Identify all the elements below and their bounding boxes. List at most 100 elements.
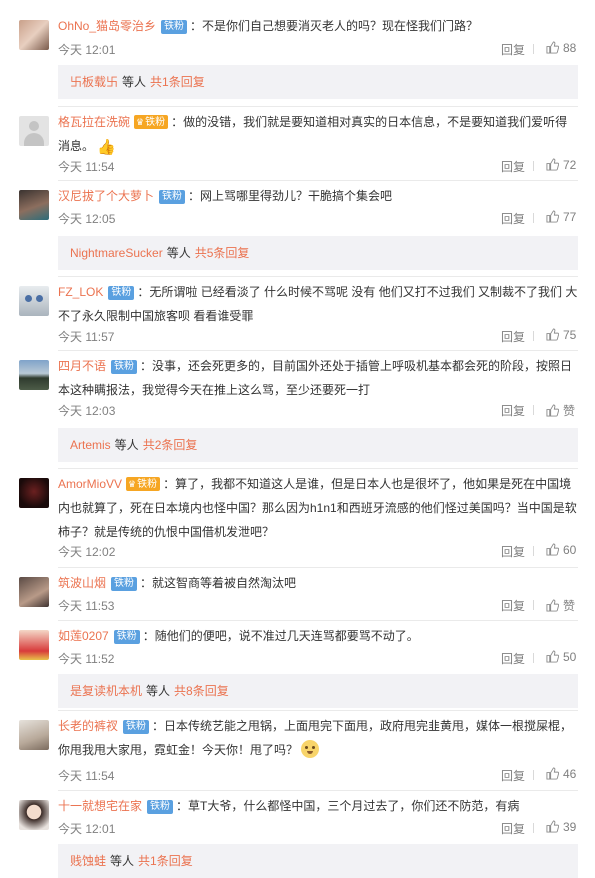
like-button[interactable]: 77 [546, 210, 576, 224]
like-button[interactable]: 60 [546, 543, 576, 557]
username[interactable]: 十一就想宅在家 [58, 799, 142, 813]
subreply-username[interactable]: 卐板载卐 [70, 75, 118, 89]
avatar[interactable] [19, 286, 49, 316]
like-count: 赞 [563, 404, 576, 418]
fan-badge[interactable]: 铁粉 [111, 360, 138, 374]
thumbs-up-icon [546, 158, 560, 171]
fan-badge[interactable]: 铁粉 [147, 800, 174, 814]
fan-badge[interactable]: ♛铁粉 [126, 477, 161, 491]
reply-button[interactable]: 回复 [501, 328, 525, 345]
fan-badge[interactable]: 铁粉 [113, 630, 140, 644]
like-button[interactable]: 50 [546, 650, 576, 664]
comment-text: ：网上骂哪里得劲儿？干脆搞个集会吧 [188, 189, 393, 203]
timestamp: 今天 12:01 [58, 43, 116, 57]
divider [58, 620, 578, 621]
reply-button[interactable]: 回复 [501, 650, 525, 667]
like-button[interactable]: 赞 [546, 597, 575, 614]
username[interactable]: 四月不语 [58, 359, 106, 373]
like-count: 75 [563, 328, 577, 342]
subreply-username[interactable]: Artemis [70, 438, 111, 452]
subreply-etc: 等人 [122, 75, 147, 89]
like-count: 88 [563, 41, 577, 55]
fan-badge[interactable]: 铁粉 [123, 720, 150, 734]
subreply-username[interactable]: 是复读机本机 [70, 684, 142, 698]
avatar[interactable] [19, 116, 49, 146]
avatar[interactable] [19, 20, 49, 50]
avatar[interactable] [19, 800, 49, 830]
like-button[interactable]: 75 [546, 328, 576, 342]
reply-button[interactable]: 回复 [501, 767, 525, 784]
timestamp: 今天 11:53 [58, 599, 115, 613]
thumbs-up-icon [546, 328, 560, 341]
username[interactable]: 格瓦拉在洗碗 [58, 115, 130, 129]
subreply-total[interactable]: 共2条回复 [143, 438, 198, 452]
subreply-total[interactable]: 共8条回复 [174, 684, 229, 698]
divider [58, 180, 578, 181]
subreply-username[interactable]: 贱蚀蛙 [70, 854, 106, 868]
fan-badge[interactable]: 铁粉 [111, 577, 138, 591]
divider [533, 331, 534, 341]
divider [58, 468, 578, 469]
subreply-etc: 等人 [166, 246, 191, 260]
like-button[interactable]: 88 [546, 41, 576, 55]
username[interactable]: 如莲0207 [58, 629, 109, 643]
reply-button[interactable]: 回复 [501, 158, 525, 175]
fan-badge[interactable]: ♛铁粉 [134, 115, 169, 129]
subreply-total[interactable]: 共5条回复 [195, 246, 250, 260]
username[interactable]: 长老的裤衩 [58, 719, 118, 733]
subreply-total[interactable]: 共1条回复 [138, 854, 193, 868]
like-button[interactable]: 46 [546, 767, 576, 781]
like-count: 赞 [563, 599, 576, 613]
reply-button[interactable]: 回复 [501, 543, 525, 560]
divider [58, 276, 578, 277]
thumbs-up-icon [546, 767, 560, 780]
divider [58, 710, 578, 711]
avatar[interactable] [19, 577, 49, 607]
thumbs-up-icon [546, 210, 560, 223]
avatar[interactable] [19, 630, 49, 660]
subreply-bar[interactable]: 贱蚀蛙 等人 共1条回复 [58, 844, 578, 878]
subreply-bar[interactable]: 卐板载卐 等人 共1条回复 [58, 65, 578, 99]
subreply-total[interactable]: 共1条回复 [150, 75, 205, 89]
subreply-bar[interactable]: 是复读机本机 等人 共8条回复 [58, 674, 578, 708]
thumbs-up-icon [546, 543, 560, 556]
timestamp: 今天 11:54 [58, 160, 115, 174]
fan-badge[interactable]: 铁粉 [159, 190, 186, 204]
subreply-bar[interactable]: Artemis 等人 共2条回复 [58, 428, 578, 462]
timestamp: 今天 11:52 [58, 652, 115, 666]
like-button[interactable]: 72 [546, 158, 576, 172]
divider [533, 600, 534, 610]
thumbs-up-icon [546, 41, 560, 54]
like-button[interactable]: 39 [546, 820, 576, 834]
reply-button[interactable]: 回复 [501, 210, 525, 227]
comment-text: ：不是你们自己想要消灭老人的吗？现在怪我们门路？ [190, 19, 479, 33]
subreply-etc: 等人 [114, 438, 139, 452]
reply-button[interactable]: 回复 [501, 402, 525, 419]
avatar[interactable] [19, 478, 49, 508]
fan-badge[interactable]: 铁粉 [161, 20, 188, 34]
avatar[interactable] [19, 190, 49, 220]
fan-badge[interactable]: 铁粉 [108, 286, 135, 300]
divider [58, 790, 578, 791]
thumbs-up-icon [546, 599, 560, 612]
timestamp: 今天 12:05 [58, 212, 116, 226]
thumbs-up-icon [546, 404, 560, 417]
avatar[interactable] [19, 720, 49, 750]
username[interactable]: AmorMioVV [58, 477, 122, 491]
username[interactable]: FZ_LOK [58, 285, 103, 299]
avatar[interactable] [19, 360, 49, 390]
divider [533, 770, 534, 780]
subreply-username[interactable]: NightmareSucker [70, 246, 163, 260]
like-button[interactable]: 赞 [546, 402, 575, 419]
thumbs-up-icon [546, 650, 560, 663]
username[interactable]: OhNo_猫岛零治乡 [58, 19, 156, 33]
divider [58, 106, 578, 107]
reply-button[interactable]: 回复 [501, 597, 525, 614]
subreply-etc: 等人 [146, 684, 171, 698]
username[interactable]: 汉尼拔了个大萝卜 [58, 189, 154, 203]
comment-text: ：随他们的便吧，说不准过几天连骂都要骂不动了。 [142, 629, 419, 643]
reply-button[interactable]: 回复 [501, 41, 525, 58]
reply-button[interactable]: 回复 [501, 820, 525, 837]
username[interactable]: 筑波山烟 [58, 576, 106, 590]
subreply-bar[interactable]: NightmareSucker 等人 共5条回复 [58, 236, 578, 270]
